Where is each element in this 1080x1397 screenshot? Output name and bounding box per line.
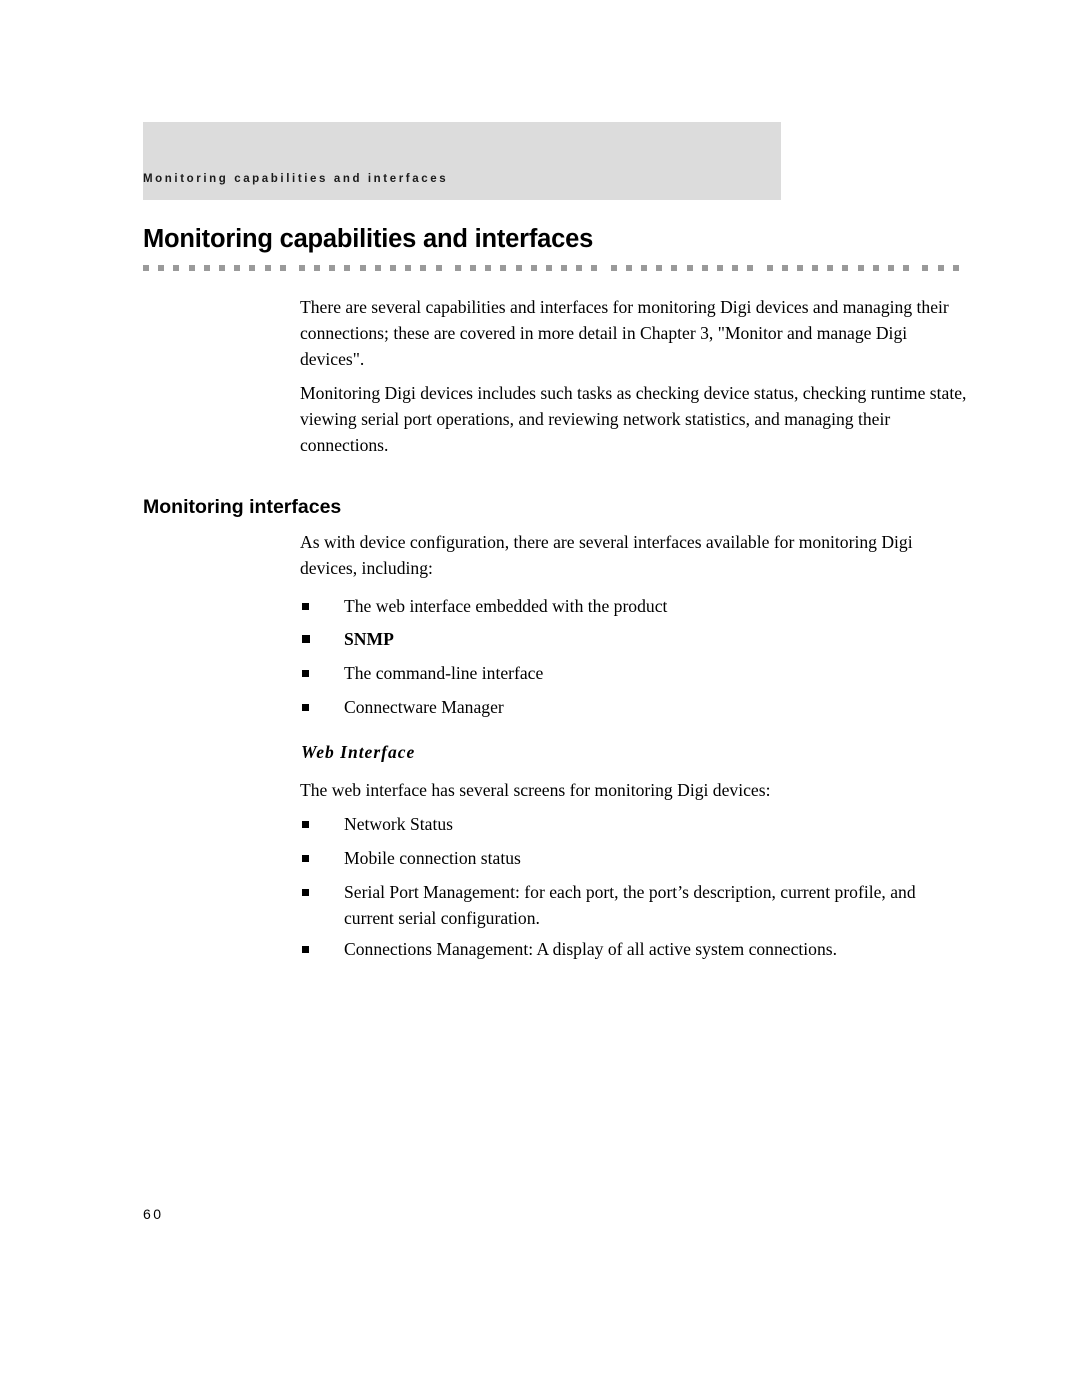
header-band bbox=[143, 122, 781, 200]
list-item: SNMP bbox=[302, 627, 962, 653]
list-item-label: The command-line interface bbox=[344, 663, 544, 683]
list-item: The command-line interface bbox=[302, 661, 962, 687]
subsection-heading-web-interface: Web Interface bbox=[301, 742, 416, 762]
web-interface-paragraph: The web interface has several screens fo… bbox=[300, 780, 771, 800]
bullet-square-icon bbox=[302, 704, 309, 711]
bullet-square-icon bbox=[302, 855, 309, 862]
running-head: Monitoring capabilities and interfaces bbox=[143, 173, 449, 185]
list-item-label: Serial Port Management: for each port, t… bbox=[344, 882, 916, 928]
bullet-square-icon bbox=[302, 946, 309, 953]
list-item: Mobile connection status bbox=[302, 846, 962, 872]
list-item-label: Connections Management: A display of all… bbox=[344, 939, 838, 959]
bullet-square-icon bbox=[302, 821, 309, 828]
list-item: Serial Port Management: for each port, t… bbox=[302, 880, 932, 932]
dotted-divider bbox=[143, 265, 969, 273]
list-item: Connections Management: A display of all… bbox=[302, 937, 962, 963]
list-item-label: Connectware Manager bbox=[344, 697, 504, 717]
intro-paragraph-2: Monitoring Digi devices includes such ta… bbox=[300, 383, 967, 455]
list-item-label: The web interface embedded with the prod… bbox=[344, 596, 668, 616]
intro-paragraph-1: There are several capabilities and inter… bbox=[300, 297, 949, 369]
page-title: Monitoring capabilities and interfaces bbox=[143, 225, 594, 253]
list-item: The web interface embedded with the prod… bbox=[302, 594, 962, 620]
list-item-label: Network Status bbox=[344, 814, 453, 834]
bullet-square-icon bbox=[302, 670, 309, 677]
section-heading-monitoring-interfaces: Monitoring interfaces bbox=[143, 496, 342, 518]
list-item-label: Mobile connection status bbox=[344, 848, 521, 868]
document-page: Monitoring capabilities and interfaces M… bbox=[0, 0, 1080, 1397]
bullet-square-icon bbox=[302, 603, 309, 610]
page-number: 60 bbox=[143, 1206, 164, 1222]
bullet-square-icon bbox=[302, 635, 310, 643]
list-item-label: SNMP bbox=[344, 629, 394, 649]
list-item: Connectware Manager bbox=[302, 695, 962, 721]
bullet-square-icon bbox=[302, 889, 309, 896]
monitoring-interfaces-paragraph: As with device configuration, there are … bbox=[300, 532, 913, 578]
list-item: Network Status bbox=[302, 812, 962, 838]
